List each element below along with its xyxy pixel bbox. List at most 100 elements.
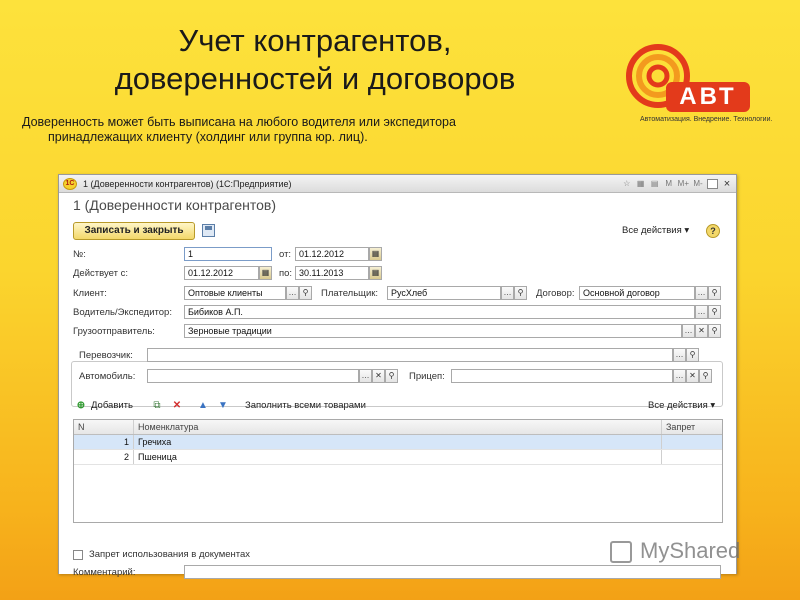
delete-icon[interactable]: ✕ bbox=[171, 400, 183, 412]
client-field[interactable]: Оптовые клиенты bbox=[184, 286, 286, 300]
goods-table[interactable]: N Номенклатура Запрет 1 Гречиха 2 Пшениц… bbox=[73, 419, 723, 523]
1c-app-icon: 1С bbox=[63, 177, 77, 190]
close-icon[interactable]: × bbox=[722, 178, 732, 190]
memory-m-plus-button[interactable]: M+ bbox=[678, 179, 689, 188]
table-row[interactable]: 1 Гречиха bbox=[74, 435, 722, 450]
row-number: 1 bbox=[74, 435, 134, 449]
consignee-field[interactable]: Зерновые традиции bbox=[184, 324, 682, 338]
carrier-label: Перевозчик: bbox=[79, 350, 133, 361]
favorites-star-icon[interactable]: ☆ bbox=[622, 179, 632, 188]
slide-title-line2: доверенностей и договоров bbox=[114, 61, 516, 96]
select-dots-button[interactable]: … bbox=[501, 286, 514, 300]
save-and-close-button[interactable]: Записать и закрыть bbox=[73, 222, 195, 240]
slide-desc-line2: принадлежащих клиенту (холдинг или групп… bbox=[48, 130, 368, 144]
contract-label: Договор: bbox=[536, 288, 575, 299]
document-form: 1 (Доверенности контрагентов) Записать и… bbox=[59, 193, 736, 579]
clear-icon[interactable]: ✕ bbox=[695, 324, 708, 338]
car-field[interactable] bbox=[147, 369, 359, 383]
search-icon[interactable]: ⚲ bbox=[385, 369, 398, 383]
trailer-label: Прицеп: bbox=[409, 371, 445, 382]
logo-text: АВТ bbox=[666, 82, 750, 112]
slide-description: Доверенность может быть выписана на любо… bbox=[22, 115, 582, 145]
select-dots-button[interactable]: … bbox=[286, 286, 299, 300]
app-window: 1С 1 (Доверенности контрагентов) (1С:Пре… bbox=[58, 174, 737, 579]
search-icon[interactable]: ⚲ bbox=[708, 286, 721, 300]
select-dots-button[interactable]: … bbox=[682, 324, 695, 338]
row-nomenclature: Пшеница bbox=[134, 450, 662, 464]
trailer-field[interactable] bbox=[451, 369, 673, 383]
comment-label: Комментарий: bbox=[73, 567, 136, 578]
table-row[interactable]: 2 Пшеница bbox=[74, 450, 722, 465]
ban-usage-checkbox[interactable] bbox=[73, 550, 83, 560]
table-all-actions-menu[interactable]: Все действия ▾ bbox=[648, 400, 715, 411]
clear-icon[interactable]: ✕ bbox=[372, 369, 385, 383]
clear-icon[interactable]: ✕ bbox=[686, 369, 699, 383]
valid-from-label: Действует с: bbox=[73, 268, 128, 279]
select-dots-button[interactable]: … bbox=[359, 369, 372, 383]
all-actions-menu[interactable]: Все действия ▾ bbox=[622, 225, 689, 236]
valid-to-label: по: bbox=[279, 268, 293, 279]
client-label: Клиент: bbox=[73, 288, 107, 299]
maximize-icon[interactable] bbox=[707, 178, 718, 189]
search-icon[interactable]: ⚲ bbox=[514, 286, 527, 300]
carrier-field[interactable] bbox=[147, 348, 673, 362]
copy-icon[interactable]: ⧉ bbox=[151, 400, 163, 412]
calendar-picker-icon[interactable]: ▦ bbox=[259, 266, 272, 280]
slide-desc-line1: Доверенность может быть выписана на любо… bbox=[22, 115, 456, 129]
row-ban bbox=[662, 450, 722, 464]
calendar-picker-icon[interactable]: ▦ bbox=[369, 247, 382, 261]
driver-label: Водитель/Экспедитор: bbox=[73, 307, 172, 318]
table-grid-icon[interactable]: ▦ bbox=[636, 179, 646, 188]
watermark: MyShared bbox=[640, 538, 741, 563]
column-header-n[interactable]: N bbox=[74, 420, 134, 434]
add-button[interactable]: Добавить bbox=[91, 400, 133, 411]
save-icon[interactable] bbox=[202, 224, 215, 237]
date-from-label: от: bbox=[279, 249, 292, 260]
payer-label: Плательщик: bbox=[321, 288, 379, 299]
fill-all-goods-button[interactable]: Заполнить всеми товарами bbox=[245, 400, 366, 411]
driver-field[interactable]: Бибиков А.П. bbox=[184, 305, 695, 319]
car-label: Автомобиль: bbox=[79, 371, 136, 382]
slide-title-line1: Учет контрагентов, bbox=[178, 23, 452, 58]
date-from-field[interactable]: 01.12.2012 bbox=[295, 247, 369, 261]
select-dots-button[interactable]: … bbox=[695, 286, 708, 300]
column-header-ban[interactable]: Запрет bbox=[662, 420, 722, 434]
search-icon[interactable]: ⚲ bbox=[708, 324, 721, 338]
move-up-icon[interactable]: ▲ bbox=[197, 400, 209, 412]
window-titlebar: 1С 1 (Доверенности контрагентов) (1С:Пре… bbox=[59, 175, 736, 193]
logo-tagline: Автоматизация. Внедрение. Технологии. bbox=[640, 116, 773, 123]
row-nomenclature: Гречиха bbox=[134, 435, 662, 449]
slide-title: Учет контрагентов, доверенностей и догов… bbox=[55, 22, 575, 98]
memory-m-button[interactable]: M bbox=[664, 179, 674, 188]
contract-field[interactable]: Основной договор bbox=[579, 286, 695, 300]
number-label: №: bbox=[73, 249, 86, 260]
transport-group bbox=[71, 361, 723, 407]
comment-field[interactable] bbox=[184, 565, 721, 579]
calendar-icon[interactable]: ▤ bbox=[650, 179, 660, 188]
consignee-label: Грузоотправитель: bbox=[73, 326, 155, 337]
move-down-icon[interactable]: ▼ bbox=[217, 400, 229, 412]
valid-to-field[interactable]: 30.11.2013 bbox=[295, 266, 369, 280]
search-icon[interactable]: ⚲ bbox=[686, 348, 699, 362]
payer-field[interactable]: РусХлеб bbox=[387, 286, 501, 300]
row-ban bbox=[662, 435, 722, 449]
memory-m-minus-button[interactable]: M- bbox=[693, 179, 703, 188]
search-icon[interactable]: ⚲ bbox=[699, 369, 712, 383]
column-header-nomenclature[interactable]: Номенклатура bbox=[134, 420, 662, 434]
table-header: N Номенклатура Запрет bbox=[74, 420, 722, 435]
select-dots-button[interactable]: … bbox=[673, 369, 686, 383]
search-icon[interactable]: ⚲ bbox=[708, 305, 721, 319]
watermark-icon bbox=[610, 541, 632, 563]
calendar-picker-icon[interactable]: ▦ bbox=[369, 266, 382, 280]
select-dots-button[interactable]: … bbox=[673, 348, 686, 362]
row-number: 2 bbox=[74, 450, 134, 464]
search-icon[interactable]: ⚲ bbox=[299, 286, 312, 300]
add-icon[interactable]: ⊕ bbox=[75, 400, 87, 412]
document-title: 1 (Доверенности контрагентов) bbox=[73, 197, 277, 213]
help-icon[interactable]: ? bbox=[706, 224, 720, 238]
window-title: 1 (Доверенности контрагентов) (1С:Предпр… bbox=[83, 178, 292, 189]
number-field[interactable]: 1 bbox=[184, 247, 272, 261]
select-dots-button[interactable]: … bbox=[695, 305, 708, 319]
valid-from-field[interactable]: 01.12.2012 bbox=[184, 266, 259, 280]
ban-usage-label: Запрет использования в документах bbox=[89, 549, 251, 560]
